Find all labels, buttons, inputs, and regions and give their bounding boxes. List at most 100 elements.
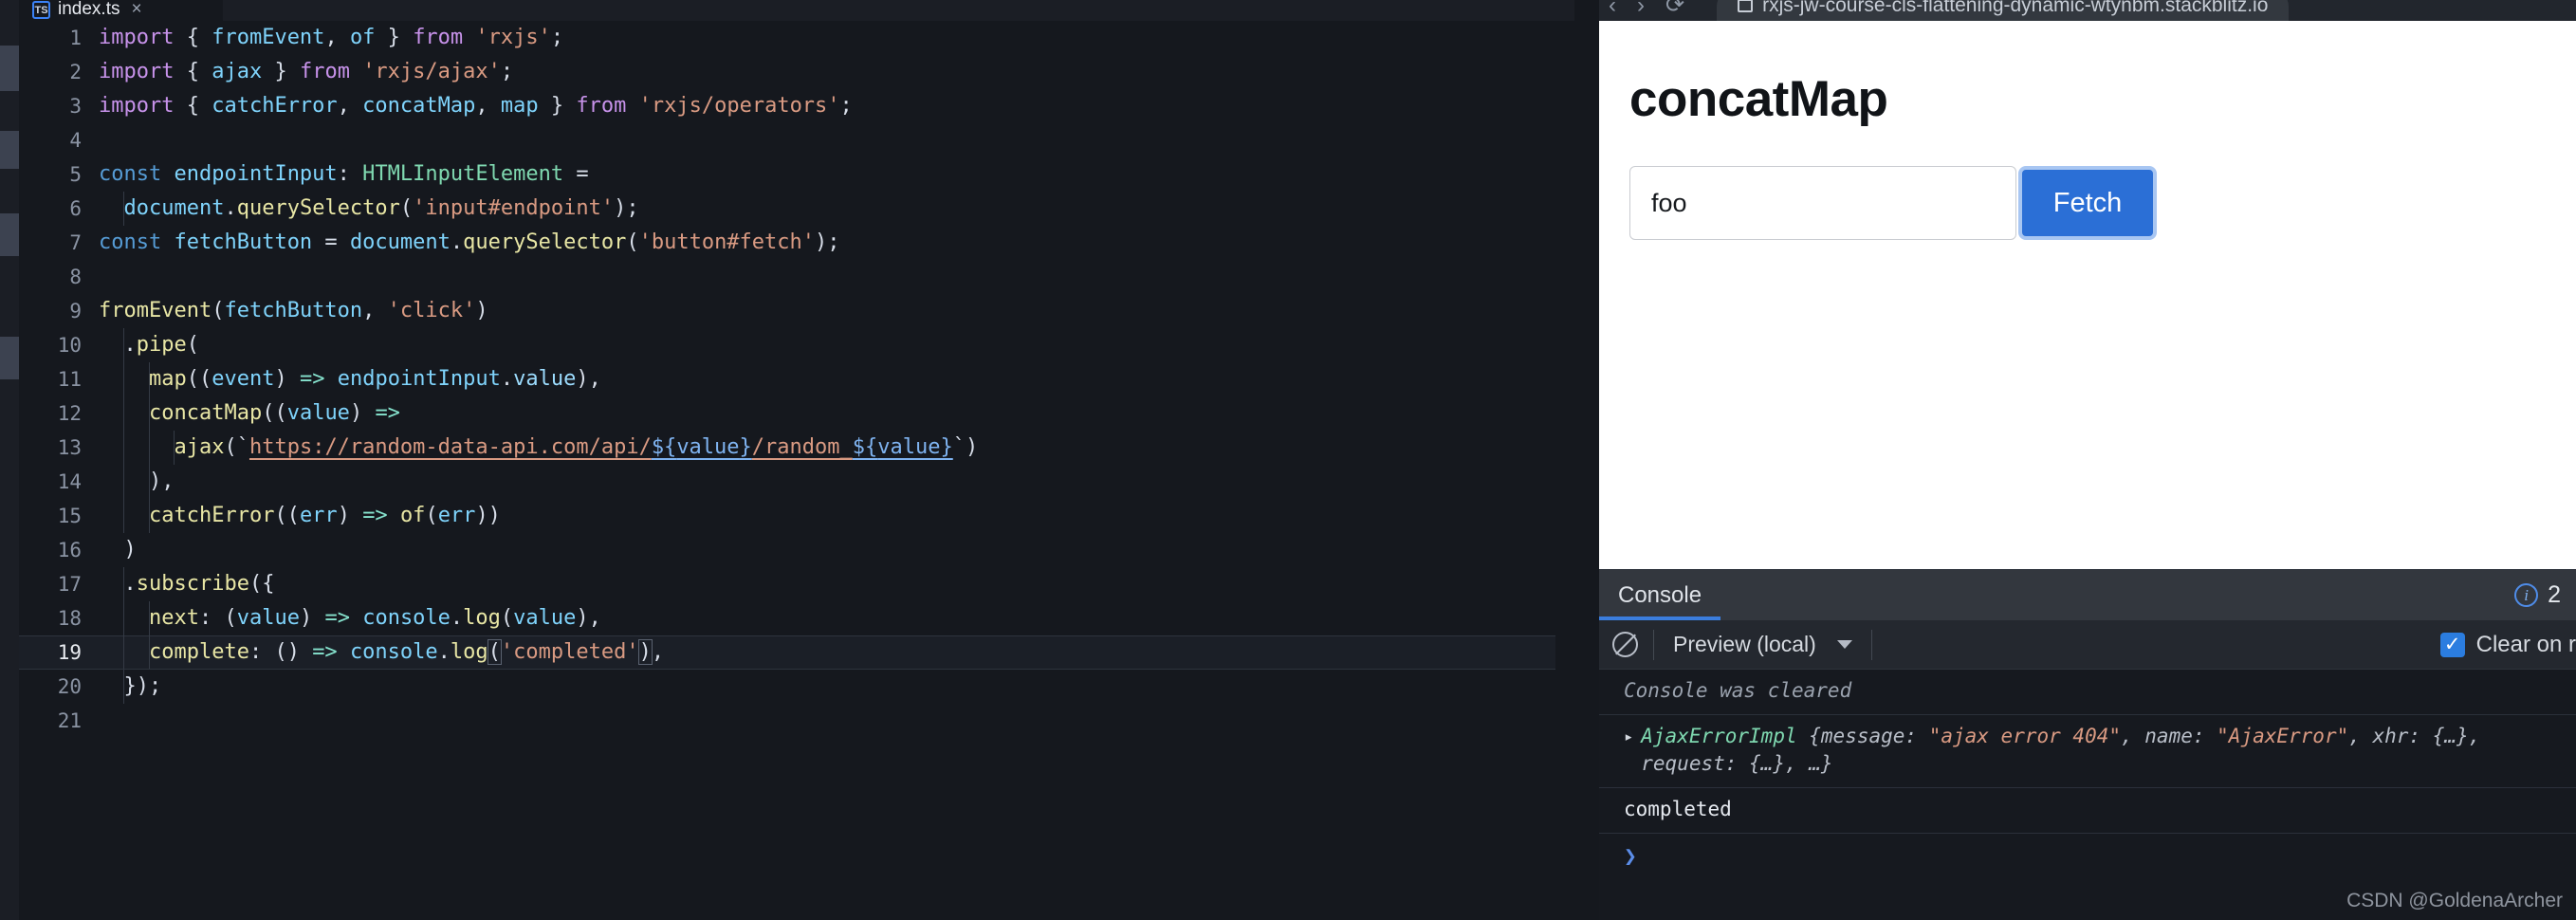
code-editor[interactable]: 1 import { fromEvent, of } from 'rxjs'; 2 i… [19, 21, 1555, 920]
indent-guide [123, 465, 125, 499]
code-token: ajax [174, 435, 225, 459]
code-token: endpointInput [174, 162, 338, 186]
code-token: 'click' [387, 299, 476, 322]
code-token: value [513, 606, 577, 630]
code-text: import { ajax } from 'rxjs/ajax'; [99, 55, 513, 89]
indent-guide [123, 499, 125, 533]
editor-minimap-strip[interactable] [0, 0, 19, 920]
indent-guide [123, 635, 125, 670]
code-line[interactable]: 21 [19, 704, 1555, 738]
code-token: ); [614, 196, 639, 220]
code-line[interactable]: 1 import { fromEvent, of } from 'rxjs'; [19, 21, 1555, 55]
code-line[interactable]: 14 ), [19, 465, 1555, 499]
url-bar[interactable]: rxjs-jw-course-cls-flattening-dynamic-wt… [1717, 0, 2290, 21]
code-line[interactable]: 16 ) [19, 533, 1555, 567]
line-number: 2 [69, 61, 82, 83]
indent-guide [123, 328, 125, 362]
code-text: .subscribe({ [99, 567, 274, 601]
minimap-marker [0, 213, 19, 256]
tab-index-ts[interactable]: TS index.ts × [19, 0, 223, 21]
code-text: .pipe( [99, 328, 199, 362]
console-context-select[interactable]: Preview (local) [1654, 632, 1871, 657]
code-token: https://random-data-api.com/api/ [248, 435, 652, 459]
chevron-down-icon [1836, 640, 1852, 649]
code-line[interactable]: 2 import { ajax } from 'rxjs/ajax'; [19, 55, 1555, 89]
code-token: 'completed' [500, 640, 639, 664]
line-number: 10 [57, 334, 82, 357]
code-line[interactable]: 13 ajax(`https://random-data-api.com/api… [19, 431, 1555, 465]
forward-arrow-icon[interactable]: › [1637, 0, 1645, 17]
code-line[interactable]: 5 const endpointInput: HTMLInputElement = [19, 157, 1555, 192]
endpoint-input[interactable] [1629, 166, 2016, 240]
code-text: next: (value) => console.log(value), [99, 601, 601, 635]
line-number: 6 [69, 197, 82, 220]
code-text: ajax(`https://random-data-api.com/api/${… [99, 431, 978, 465]
indent-guide [123, 601, 125, 635]
line-number: 3 [69, 95, 82, 118]
tab-console[interactable]: Console [1618, 570, 1702, 620]
code-token: ( [399, 196, 414, 220]
code-token: , [651, 640, 665, 664]
code-token: concatMap [362, 94, 476, 118]
code-line[interactable]: 4 [19, 123, 1555, 157]
code-line[interactable]: 10 .pipe( [19, 328, 1555, 362]
code-token: ${ [852, 435, 878, 459]
code-line[interactable]: 19 complete: () => console.log('complete… [19, 635, 1555, 670]
code-line[interactable]: 9 fromEvent(fetchButton, 'click') [19, 294, 1555, 328]
indent-guide [148, 601, 150, 635]
chevron-right-icon[interactable]: ▸ [1624, 723, 1633, 778]
code-token: ), [99, 469, 175, 493]
code-line[interactable]: 12 concatMap((value) => [19, 396, 1555, 431]
code-token: => [375, 401, 400, 425]
code-token: log [463, 606, 501, 630]
line-number: 19 [57, 641, 82, 664]
code-line[interactable]: 20 }); [19, 670, 1555, 704]
console-row-completed: completed [1599, 788, 2576, 834]
clear-console-icon[interactable] [1612, 632, 1638, 657]
code-line[interactable]: 7 const fetchButton = document.querySelec… [19, 226, 1555, 260]
console-row-error[interactable]: ▸ AjaxErrorImpl {message: "ajax error 40… [1599, 715, 2576, 788]
code-line[interactable]: 3 import { catchError, concatMap, map } f… [19, 89, 1555, 123]
code-token: const [99, 162, 175, 186]
clear-on-reload-toggle[interactable]: ✓ Clear on r [2439, 620, 2576, 670]
checkbox-icon[interactable]: ✓ [2439, 633, 2465, 657]
fetch-button[interactable]: Fetch [2018, 166, 2157, 240]
console-input-prompt[interactable]: ❯ [1599, 834, 2576, 880]
code-token: import [99, 26, 187, 49]
close-icon[interactable]: × [131, 0, 141, 20]
code-line[interactable]: 6 document.querySelector('input#endpoint… [19, 192, 1555, 226]
code-text: ) [99, 533, 136, 567]
code-token: = [563, 162, 589, 186]
minimap-marker [0, 337, 19, 379]
code-line[interactable]: 8 [19, 260, 1555, 294]
code-line[interactable]: 15 catchError((err) => of(err)) [19, 499, 1555, 533]
back-arrow-icon[interactable]: ‹ [1609, 0, 1616, 17]
code-token: err [437, 504, 476, 527]
line-number: 20 [57, 675, 82, 698]
code-token: ) [299, 606, 325, 630]
code-token: ${ [651, 435, 677, 459]
code-token: (( [262, 401, 287, 425]
error-detail-post: , xhr: {…}, [2348, 725, 2481, 747]
reload-icon[interactable]: ⟳ [1665, 0, 1684, 17]
line-number: 17 [57, 573, 82, 596]
code-text: catchError((err) => of(err)) [99, 499, 501, 533]
indent-guide [174, 431, 175, 465]
code-token: fromEvent [99, 299, 212, 322]
code-token: value [236, 606, 300, 630]
code-token: . [99, 572, 137, 596]
code-token: ({ [248, 572, 275, 596]
console-message-badge: i 2 [2514, 570, 2561, 620]
preview-document: concatMap Fetch [1599, 21, 2576, 569]
code-line[interactable]: 18 next: (value) => console.log(value), [19, 601, 1555, 635]
code-token: : ( [198, 606, 237, 630]
code-token: } [940, 435, 953, 459]
code-token: ) [637, 639, 653, 665]
code-token: }); [99, 674, 162, 698]
code-token: console [362, 606, 451, 630]
line-number: 15 [57, 505, 82, 527]
code-line[interactable]: 17 .subscribe({ [19, 567, 1555, 601]
code-line[interactable]: 11 map((event) => endpointInput.value), [19, 362, 1555, 396]
